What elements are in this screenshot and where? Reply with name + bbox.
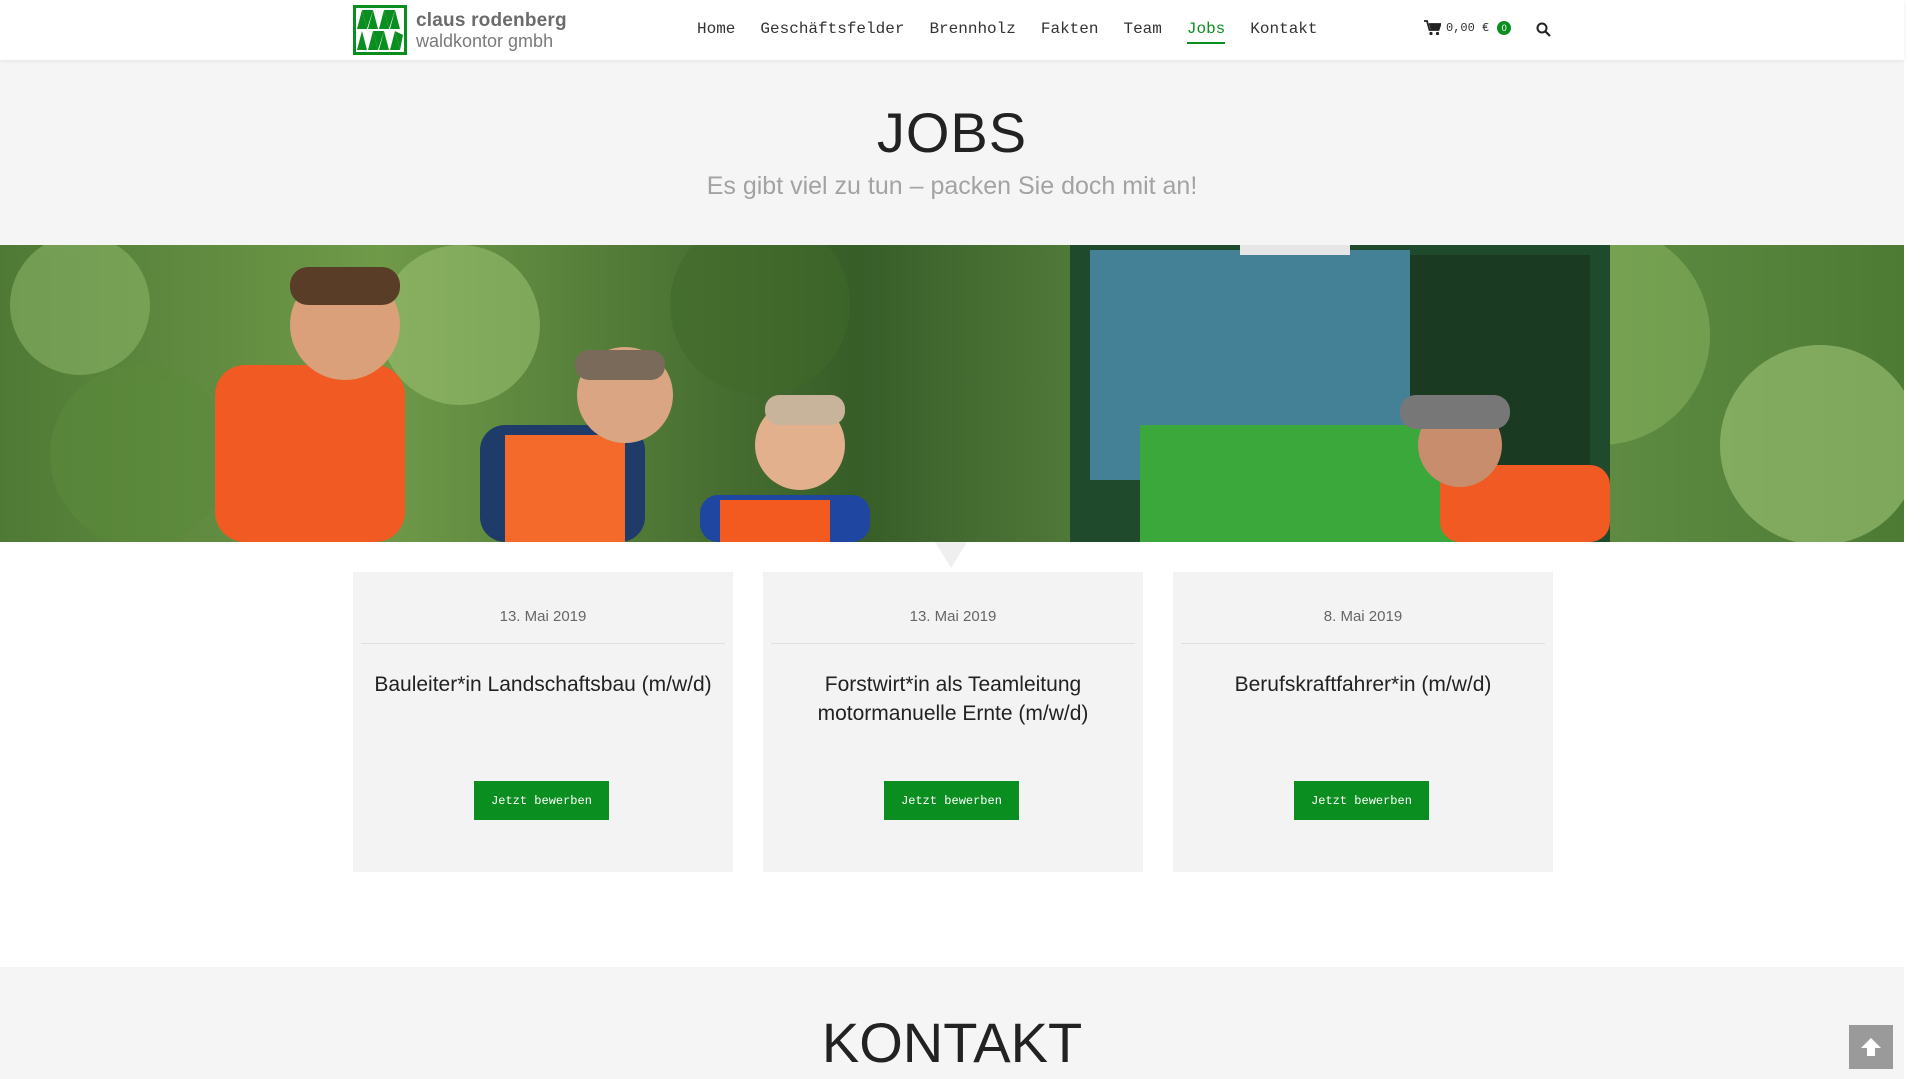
cart-count-badge: 0 bbox=[1497, 21, 1512, 35]
team-banner-image bbox=[0, 245, 1904, 542]
search-icon[interactable] bbox=[1536, 22, 1551, 37]
cart-amount: 0,00 € bbox=[1446, 21, 1490, 35]
job-date: 13. Mai 2019 bbox=[909, 608, 997, 625]
page-title: JOBS bbox=[876, 101, 1028, 164]
job-title[interactable]: Berufskraftfahrer*in (m/w/d) bbox=[1183, 670, 1543, 699]
job-title[interactable]: Bauleiter*in Landschaftsbau (m/w/d) bbox=[363, 670, 723, 699]
job-list: 13. Mai 2019 Bauleiter*in Landschaftsbau… bbox=[353, 572, 1553, 872]
apply-button[interactable]: Jetzt bewerben bbox=[1294, 781, 1429, 820]
brand-name: claus rodenberg bbox=[416, 9, 567, 31]
site-logo[interactable]: claus rodenberg waldkontor gmbh bbox=[353, 5, 567, 55]
job-card: 8. Mai 2019 Berufskraftfahrer*in (m/w/d)… bbox=[1173, 572, 1553, 872]
nav-item-jobs[interactable]: Jobs bbox=[1186, 20, 1226, 44]
kontakt-section: KONTAKT bbox=[0, 967, 1904, 1079]
banner-pointer bbox=[935, 542, 967, 568]
job-date: 13. Mai 2019 bbox=[499, 608, 587, 625]
page-subtitle: Es gibt viel zu tun – packen Sie doch mi… bbox=[706, 172, 1198, 200]
nav-item-team[interactable]: Team bbox=[1123, 20, 1161, 44]
brand-subname: waldkontor gmbh bbox=[416, 30, 554, 51]
job-date: 8. Mai 2019 bbox=[1323, 608, 1403, 625]
job-title[interactable]: Forstwirt*in als Teamleitung motormanuel… bbox=[773, 670, 1133, 728]
nav-item-kontakt[interactable]: Kontakt bbox=[1250, 20, 1317, 44]
apply-button[interactable]: Jetzt bewerben bbox=[884, 781, 1019, 820]
main-nav: Home Geschäftsfelder Brennholz Fakten Te… bbox=[697, 20, 1343, 44]
nav-item-geschaeftsfelder[interactable]: Geschäftsfelder bbox=[760, 20, 904, 44]
scrollbar[interactable] bbox=[1904, 0, 1920, 1079]
page-hero: JOBS Es gibt viel zu tun – packen Sie do… bbox=[0, 60, 1904, 245]
site-header: claus rodenberg waldkontor gmbh Home Ges… bbox=[0, 0, 1904, 60]
apply-button[interactable]: Jetzt bewerben bbox=[474, 781, 609, 820]
kontakt-title: KONTAKT bbox=[821, 1011, 1083, 1074]
job-card: 13. Mai 2019 Forstwirt*in als Teamleitun… bbox=[763, 572, 1143, 872]
nav-item-home[interactable]: Home bbox=[697, 20, 735, 44]
banner-photo bbox=[10, 245, 1904, 542]
logo-mark-icon bbox=[353, 5, 407, 55]
cart-button[interactable]: 0,00 € 0 bbox=[1424, 20, 1512, 36]
arrow-up-icon bbox=[1861, 1038, 1881, 1056]
card-divider bbox=[1181, 643, 1545, 644]
back-to-top-button[interactable] bbox=[1849, 1025, 1893, 1069]
job-card: 13. Mai 2019 Bauleiter*in Landschaftsbau… bbox=[353, 572, 733, 872]
cart-icon bbox=[1424, 20, 1441, 36]
card-divider bbox=[771, 643, 1135, 644]
nav-item-fakten[interactable]: Fakten bbox=[1041, 20, 1099, 44]
nav-item-brennholz[interactable]: Brennholz bbox=[929, 20, 1015, 44]
card-divider bbox=[361, 643, 725, 644]
